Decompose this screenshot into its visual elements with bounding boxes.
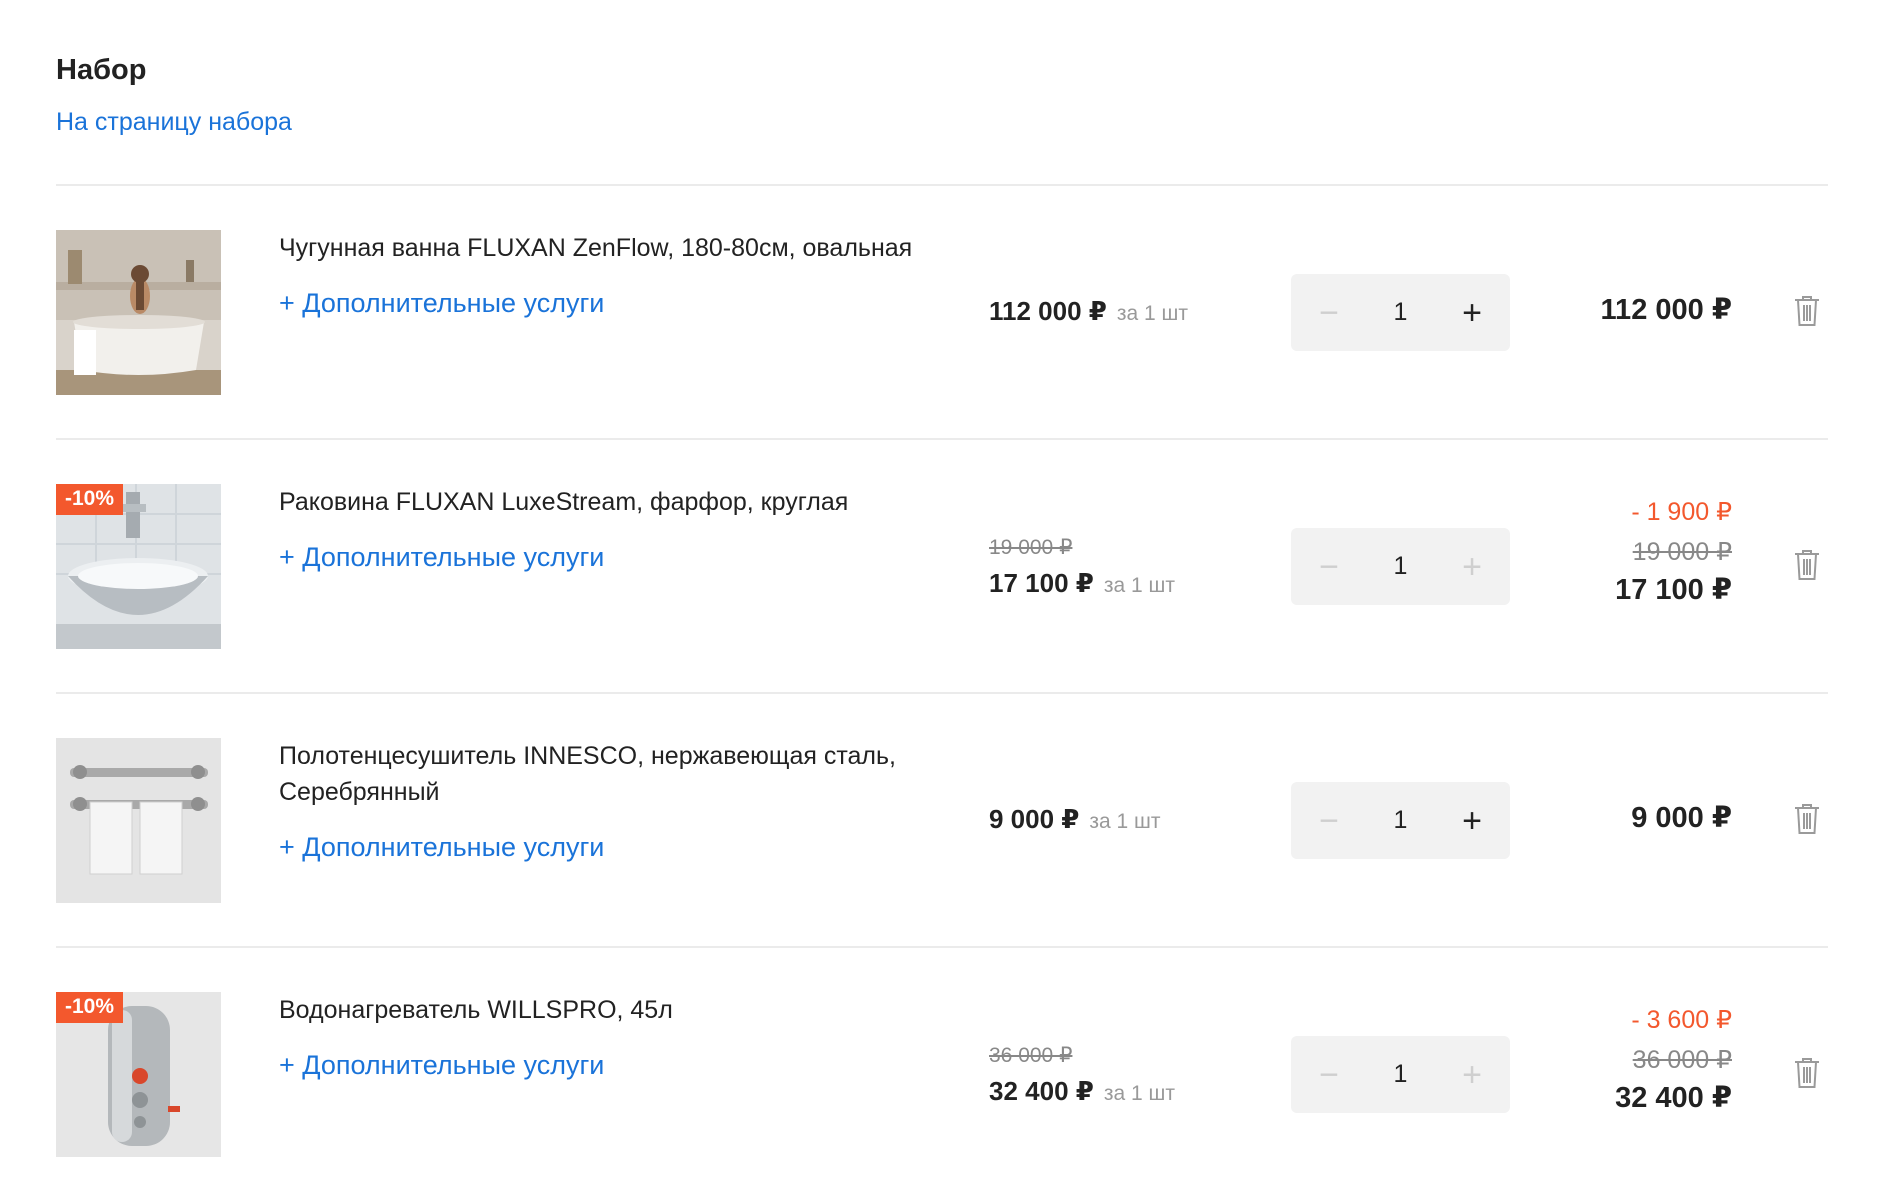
decrease-button[interactable]: −: [1311, 803, 1347, 839]
item-name[interactable]: Чугунная ванна FLUXAN ZenFlow, 180-80см,…: [279, 230, 979, 266]
cart-item-row: Чугунная ванна FLUXAN ZenFlow, 180-80см,…: [56, 186, 1828, 440]
additional-services-link[interactable]: + Дополнительные услуги: [279, 830, 604, 864]
per-unit-label: за 1 шт: [1103, 1082, 1175, 1105]
item-total: - 1 900 ₽ 19 000 ₽ 17 100 ₽: [1615, 496, 1732, 608]
additional-services-link[interactable]: + Дополнительные услуги: [279, 1048, 604, 1082]
set-header: Набор На страницу набора: [56, 0, 1828, 186]
additional-services-link[interactable]: + Дополнительные услуги: [279, 286, 604, 320]
discount-badge: -10%: [56, 484, 124, 515]
increase-button[interactable]: +: [1454, 1057, 1490, 1093]
total-old-price: 36 000 ₽: [1632, 1046, 1732, 1074]
increase-button[interactable]: +: [1454, 803, 1490, 839]
unit-price-current: 32 400 ₽ за 1 шт: [989, 1076, 1175, 1106]
per-unit-label: за 1 шт: [1116, 302, 1188, 325]
per-unit-label: за 1 шт: [1103, 574, 1175, 597]
decrease-button[interactable]: −: [1311, 549, 1347, 585]
set-title: Набор: [56, 54, 147, 86]
quantity-value[interactable]: 1: [1394, 806, 1408, 835]
item-info: Раковина FLUXAN LuxeStream, фарфор, круг…: [279, 484, 979, 574]
unit-price-old: 19 000 ₽: [989, 536, 1073, 559]
bathtub-image[interactable]: [56, 230, 221, 395]
unit-price-current: 112 000 ₽ за 1 шт: [989, 296, 1188, 326]
quantity-stepper: − 1 +: [1291, 274, 1510, 351]
cart-item-row: -10% Водонагреватель WILLSPRO, 45л + Доп…: [56, 948, 1828, 1194]
item-info: Водонагреватель WILLSPRO, 45л + Дополнит…: [279, 992, 979, 1082]
decrease-button[interactable]: −: [1311, 295, 1347, 331]
total-price: 17 100 ₽: [1615, 574, 1732, 606]
item-name[interactable]: Раковина FLUXAN LuxeStream, фарфор, круг…: [279, 484, 979, 520]
trash-icon[interactable]: [1792, 294, 1822, 328]
quantity-stepper: − 1 +: [1291, 782, 1510, 859]
discount-badge: -10%: [56, 992, 124, 1023]
cart-set-page: Набор На страницу набора Чугунная ванна …: [0, 0, 1884, 1194]
quantity-value[interactable]: 1: [1394, 1060, 1408, 1089]
unit-price-current: 9 000 ₽ за 1 шт: [989, 804, 1161, 834]
quantity-value[interactable]: 1: [1394, 552, 1408, 581]
per-unit-label: за 1 шт: [1089, 810, 1161, 833]
total-discount: - 3 600 ₽: [1631, 1006, 1732, 1034]
towel-rail-image[interactable]: [56, 738, 221, 903]
total-old-price: 19 000 ₽: [1632, 538, 1732, 566]
set-page-link[interactable]: На страницу набора: [56, 106, 292, 138]
water-heater-image[interactable]: -10%: [56, 992, 221, 1157]
trash-icon[interactable]: [1792, 802, 1822, 836]
unit-price: 19 000 ₽ 17 100 ₽ за 1 шт: [989, 535, 1269, 602]
item-total: - 3 600 ₽ 36 000 ₽ 32 400 ₽: [1615, 1004, 1732, 1116]
unit-price-current: 17 100 ₽ за 1 шт: [989, 568, 1175, 598]
total-price: 9 000 ₽: [1631, 802, 1732, 834]
item-info: Полотенцесушитель INNESCO, нержавеющая с…: [279, 738, 979, 864]
cart-item-row: Полотенцесушитель INNESCO, нержавеющая с…: [56, 694, 1828, 948]
item-total: 112 000 ₽: [1601, 292, 1732, 328]
total-price: 32 400 ₽: [1615, 1082, 1732, 1114]
sink-image[interactable]: -10%: [56, 484, 221, 649]
item-info: Чугунная ванна FLUXAN ZenFlow, 180-80см,…: [279, 230, 979, 320]
total-discount: - 1 900 ₽: [1631, 498, 1732, 526]
additional-services-link[interactable]: + Дополнительные услуги: [279, 540, 604, 574]
unit-price-old: 36 000 ₽: [989, 1044, 1073, 1067]
trash-icon[interactable]: [1792, 548, 1822, 582]
item-name[interactable]: Водонагреватель WILLSPRO, 45л: [279, 992, 979, 1028]
quantity-stepper: − 1 +: [1291, 1036, 1510, 1113]
cart-item-row: -10% Раковина FLUXAN LuxeStream, фарфор,…: [56, 440, 1828, 694]
unit-price: 36 000 ₽ 32 400 ₽ за 1 шт: [989, 1043, 1269, 1110]
trash-icon[interactable]: [1792, 1056, 1822, 1090]
total-price: 112 000 ₽: [1600, 294, 1732, 326]
item-name[interactable]: Полотенцесушитель INNESCO, нержавеющая с…: [279, 738, 979, 810]
quantity-stepper: − 1 +: [1291, 528, 1510, 605]
unit-price: 9 000 ₽ за 1 шт: [989, 803, 1269, 838]
increase-button[interactable]: +: [1454, 295, 1490, 331]
unit-price: 112 000 ₽ за 1 шт: [989, 295, 1269, 330]
item-total: 9 000 ₽: [1631, 800, 1732, 836]
increase-button[interactable]: +: [1454, 549, 1490, 585]
decrease-button[interactable]: −: [1311, 1057, 1347, 1093]
quantity-value[interactable]: 1: [1394, 298, 1408, 327]
